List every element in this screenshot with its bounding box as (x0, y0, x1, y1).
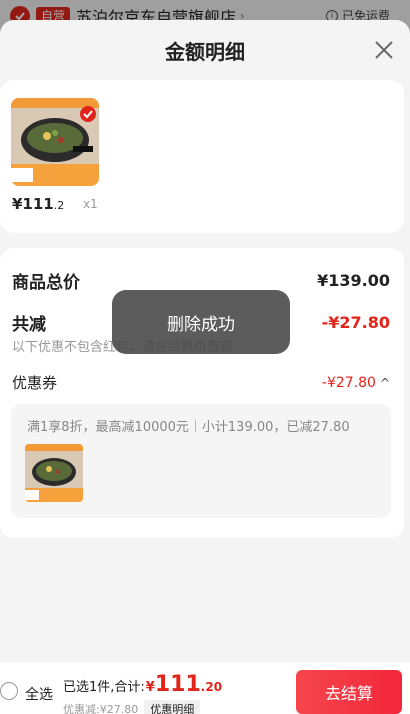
selected-total: 已选1件,合计: ¥ 111 .20 (63, 672, 222, 697)
total-price-label: 商品总价 (12, 273, 80, 293)
discount-label: 共减 (12, 315, 46, 335)
coupon-value: -¥27.80 ^ (321, 374, 390, 391)
coupon-detail-box: 满1享8折，最高减10000元｜小计139.00，已减27.80 (11, 404, 391, 518)
checkout-bar: 全选 已选1件,合计: ¥ 111 .20 优惠减:¥27.80 优惠明细 去结… (0, 662, 410, 714)
coupon-description: 满1享8折，最高减10000元｜小计139.00，已减27.80 (27, 420, 350, 435)
selected-label: 已选1件,合计: (63, 680, 145, 695)
product-image[interactable] (11, 98, 99, 186)
total-price-value: ¥139.00 (317, 271, 390, 290)
discount-amount: 优惠减:¥27.80 (63, 703, 139, 714)
product-quantity: x1 (83, 197, 98, 211)
total-integer: 111 (154, 672, 201, 697)
select-all-radio[interactable] (0, 682, 18, 700)
checkout-button[interactable]: 去结算 (296, 670, 402, 714)
sheet-title: 金额明细 (165, 40, 245, 64)
discount-line: 优惠减:¥27.80 优惠明细 (63, 700, 201, 714)
coupon-product-thumbnail[interactable] (25, 444, 83, 502)
discount-detail-button[interactable]: 优惠明细 (144, 700, 201, 714)
toast-message: 删除成功 (112, 290, 290, 354)
product-price: ¥111.2 (12, 195, 65, 213)
close-icon[interactable] (372, 38, 396, 62)
coupon-row[interactable]: 优惠券 -¥27.80 ^ (12, 372, 390, 393)
caret-up-icon[interactable]: ^ (380, 376, 390, 390)
total-decimal: .20 (200, 680, 223, 694)
coupon-label: 优惠券 (12, 374, 58, 392)
select-all-label[interactable]: 全选 (25, 684, 53, 704)
product-card: ¥111.2 x1 (0, 80, 404, 233)
discount-value: -¥27.80 (321, 313, 390, 332)
currency-symbol: ¥ (145, 680, 155, 695)
